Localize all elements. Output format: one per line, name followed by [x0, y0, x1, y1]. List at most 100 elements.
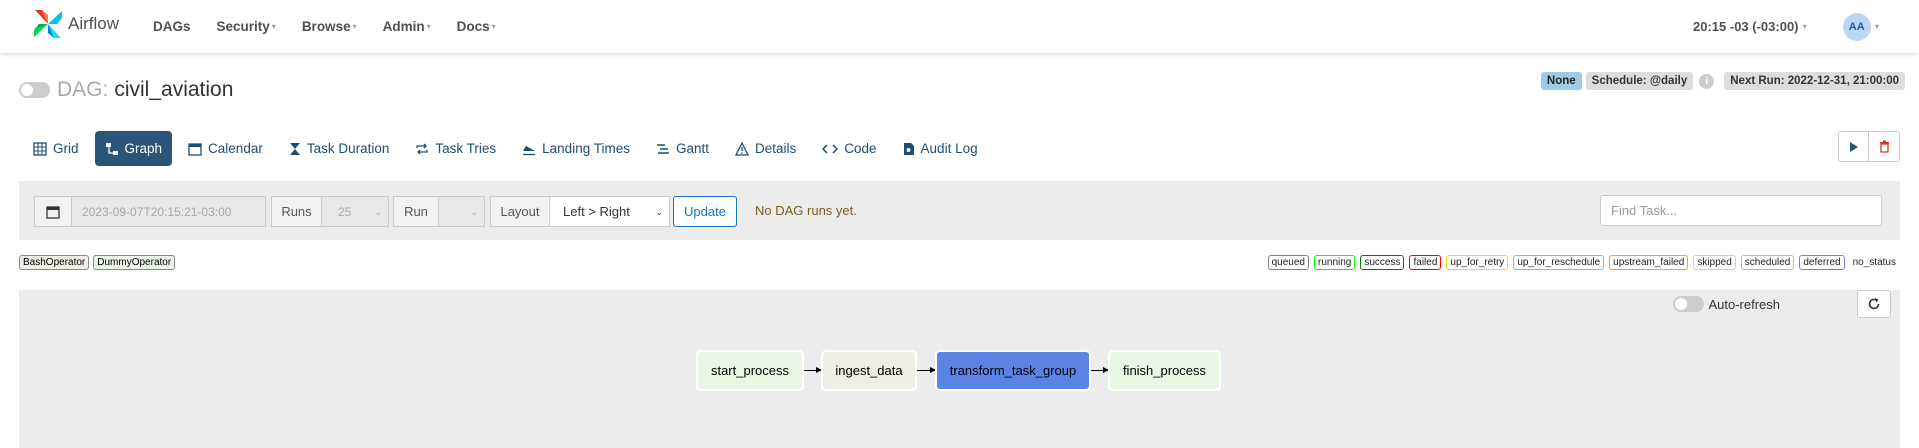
tab-gantt[interactable]: Gantt: [646, 131, 719, 166]
nav-admin-label: Admin: [382, 19, 425, 34]
view-tabs: Grid Graph Calendar Task Duration Task T…: [23, 131, 994, 166]
audit-icon: [903, 142, 914, 155]
tab-landing-times[interactable]: Landing Times: [512, 131, 640, 166]
update-button[interactable]: Update: [673, 196, 737, 227]
nav-docs[interactable]: Docs ▾: [457, 19, 496, 34]
refresh-icon: [1868, 298, 1880, 310]
status-tag[interactable]: running: [1314, 255, 1356, 270]
caret-down-icon: ▾: [491, 22, 496, 31]
nav-dags[interactable]: DAGs: [153, 19, 191, 34]
run-select[interactable]: ⌄: [439, 196, 485, 227]
tab-calendar-label: Calendar: [208, 141, 263, 156]
clock-label: 20:15 -03 (-03:00): [1693, 19, 1799, 34]
brand[interactable]: Airflow: [30, 6, 119, 42]
info-icon[interactable]: i: [1699, 73, 1715, 89]
brand-name: Airflow: [68, 14, 120, 33]
layout-select[interactable]: Left > Right ⌄: [550, 196, 670, 227]
next-run-badge: Next Run: 2022-12-31, 21:00:00: [1724, 72, 1905, 90]
nav-dags-label: DAGs: [153, 19, 191, 34]
run-group: Run ⌄: [393, 196, 485, 227]
dag-header-badges: None Schedule: @daily i Next Run: 2022-1…: [1537, 72, 1905, 90]
layout-label: Layout: [490, 196, 550, 227]
tab-graph[interactable]: Graph: [94, 131, 173, 166]
tab-graph-label: Graph: [124, 141, 163, 156]
nav-browse[interactable]: Browse ▾: [302, 19, 357, 34]
tab-task-tries-label: Task Tries: [435, 141, 497, 156]
task-node-start-process[interactable]: start_process: [696, 350, 804, 391]
refresh-button[interactable]: [1857, 290, 1891, 318]
tab-audit-log[interactable]: Audit Log: [893, 131, 988, 166]
airflow-logo-icon: [34, 10, 62, 38]
top-navbar: Airflow DAGs Security ▾ Browse ▾ Admin ▾ Do…: [0, 0, 1919, 53]
dag-pause-toggle[interactable]: [19, 82, 50, 98]
tab-grid-label: Grid: [53, 141, 79, 156]
trigger-dag-button[interactable]: [1838, 131, 1869, 162]
tab-code[interactable]: Code: [812, 131, 886, 166]
avatar-initials: AA: [1848, 20, 1865, 33]
delete-dag-button[interactable]: [1869, 131, 1900, 162]
status-tag[interactable]: queued: [1267, 255, 1309, 270]
task-node-ingest-data[interactable]: ingest_data: [821, 350, 917, 391]
dag-name: civil_aviation: [114, 78, 234, 101]
nav-browse-label: Browse: [301, 19, 351, 34]
runs-group: Runs 25 ⌄: [271, 196, 389, 227]
play-icon: [1849, 141, 1858, 152]
base-date-input[interactable]: 2023-09-07T20:15:21-03:00: [72, 196, 266, 227]
dag-actions: [1838, 131, 1900, 162]
run-label: Run: [393, 196, 439, 227]
caret-down-icon: ▾: [1872, 22, 1879, 31]
caret-down-icon: ▾: [426, 22, 431, 31]
trash-icon: [1879, 140, 1889, 153]
dag-label: DAG:: [57, 78, 109, 101]
warning-icon: [735, 141, 749, 156]
status-tag[interactable]: up_for_retry: [1446, 255, 1509, 270]
status-tag[interactable]: success: [1360, 255, 1405, 270]
chevron-down-icon: ⌄: [655, 207, 663, 217]
nav-right: 20:15 -03 (-03:00) ▾ AA ▾: [1693, 0, 1879, 53]
nav-docs-label: Docs: [456, 19, 490, 34]
runs-select[interactable]: 25 ⌄: [322, 196, 389, 227]
tab-grid[interactable]: Grid: [23, 131, 89, 166]
find-task-input[interactable]: Find Task...: [1600, 195, 1882, 226]
caret-down-icon: ▾: [352, 22, 357, 31]
layout-group: Layout Left > Right ⌄: [490, 196, 670, 227]
nav-security-label: Security: [216, 19, 270, 34]
auto-refresh-toggle[interactable]: [1673, 296, 1705, 312]
tab-details-label: Details: [755, 141, 797, 156]
edge-arrow: [804, 367, 822, 373]
nav-admin[interactable]: Admin ▾: [383, 19, 431, 34]
tab-task-duration-label: Task Duration: [306, 141, 390, 156]
tab-details[interactable]: Details: [725, 131, 806, 166]
status-tag[interactable]: failed: [1409, 255, 1442, 270]
runs-label: Runs: [271, 196, 322, 227]
grid-icon: [33, 141, 47, 156]
hourglass-icon: [289, 142, 300, 155]
status-tag[interactable]: upstream_failed: [1609, 255, 1689, 270]
status-tag[interactable]: up_for_reschedule: [1513, 255, 1605, 270]
caret-down-icon: ▾: [1800, 22, 1807, 31]
main-menu: DAGs Security ▾ Browse ▾ Admin ▾ Docs ▾: [153, 0, 522, 53]
tab-calendar[interactable]: Calendar: [178, 131, 273, 166]
timezone-clock[interactable]: 20:15 -03 (-03:00) ▾: [1693, 19, 1807, 34]
layout-value: Left > Right: [563, 204, 630, 219]
filter-bar: 2023-09-07T20:15:21-03:00 Runs 25 ⌄ Run ⌄…: [19, 181, 1900, 240]
nav-security[interactable]: Security ▾: [217, 19, 276, 34]
calendar-picker-button[interactable]: [34, 196, 72, 227]
status-tag[interactable]: deferred: [1799, 255, 1845, 270]
task-node-finish-process[interactable]: finish_process: [1108, 350, 1221, 391]
landing-icon: [523, 145, 536, 155]
status-tag[interactable]: no_status: [1850, 256, 1899, 269]
tab-task-tries[interactable]: Task Tries: [405, 131, 506, 166]
retry-icon: [416, 143, 429, 154]
no-runs-message: No DAG runs yet.: [755, 203, 857, 218]
operator-tag: BashOperator: [19, 255, 90, 270]
tab-code-label: Code: [844, 141, 877, 156]
operator-tag: DummyOperator: [93, 255, 176, 270]
status-tag[interactable]: skipped: [1693, 255, 1736, 270]
user-avatar[interactable]: AA: [1842, 12, 1871, 41]
edge-arrow: [917, 367, 936, 373]
status-tag[interactable]: scheduled: [1740, 255, 1795, 270]
tab-task-duration[interactable]: Task Duration: [279, 131, 400, 166]
task-group-node-transform[interactable]: transform_task_group: [935, 350, 1091, 391]
tab-landing-times-label: Landing Times: [542, 141, 630, 156]
